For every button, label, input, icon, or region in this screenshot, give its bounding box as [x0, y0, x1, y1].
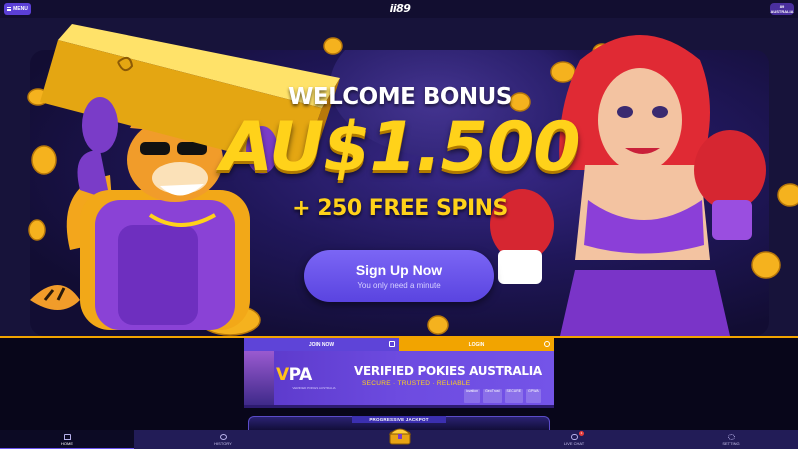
nav-setting-label: SETTING: [722, 440, 740, 446]
jackpot-label: PROGRESSIVE JACKPOT: [352, 416, 446, 423]
nav-history[interactable]: HISTORY: [134, 430, 312, 449]
home-icon: [63, 433, 71, 440]
treasure-chest-icon[interactable]: [388, 425, 412, 445]
nav-home-label: HOME: [61, 440, 73, 446]
free-spins-text: + 250 FREE SPINS: [292, 196, 508, 221]
account-badge[interactable]: 89 AUSTRALIA: [770, 3, 794, 15]
partner-logos: iovation GeoTrust SECURE GPWA: [464, 389, 554, 403]
chat-notification-badge: 1: [579, 431, 584, 436]
signup-subtitle: You only need a minute: [357, 281, 441, 290]
nav-live-chat[interactable]: LIVE CHAT 1: [484, 430, 664, 449]
signup-button[interactable]: Sign Up Now You only need a minute: [304, 250, 494, 302]
hamburger-icon: [7, 7, 12, 11]
login-label: LOGIN: [468, 341, 485, 348]
login-icon: [544, 341, 550, 347]
tab-login[interactable]: LOGIN: [399, 338, 554, 351]
nav-history-label: HISTORY: [214, 440, 232, 446]
chat-icon: [570, 433, 578, 440]
vpa-logo: VPA: [276, 365, 312, 385]
signup-title: Sign Up Now: [355, 262, 443, 278]
partner-logo: GPWA: [526, 389, 541, 403]
vpa-logo-subtitle: VERIFIED POKIES AUSTRALIA: [292, 386, 336, 390]
partner-logo: SECURE: [504, 389, 524, 403]
edit-icon: [389, 341, 395, 347]
welcome-heading: WELCOME BONUS: [288, 84, 512, 110]
bonus-amount: AU$1.500: [220, 108, 580, 187]
top-bar: MENU ii89 89 AUSTRALIA: [0, 0, 798, 18]
auth-tabs: JOIN NOW LOGIN: [244, 338, 554, 351]
join-label: JOIN NOW: [308, 341, 335, 348]
gear-icon: [727, 433, 735, 440]
nav-setting[interactable]: SETTING: [664, 430, 798, 449]
vpa-tagline: SECURE · TRUSTED · RELIABLE: [362, 380, 471, 387]
vpa-banner[interactable]: VPA VERIFIED POKIES AUSTRALIA VERIFIED P…: [244, 351, 554, 405]
site-logo[interactable]: ii89: [387, 3, 413, 15]
history-icon: [219, 433, 227, 440]
partner-logo: iovation: [464, 389, 481, 403]
menu-label: MENU: [13, 6, 28, 12]
menu-button[interactable]: MENU: [4, 3, 31, 15]
nav-home[interactable]: HOME: [0, 430, 134, 449]
banner-underline: [244, 405, 554, 408]
vpa-art-image: [244, 351, 274, 405]
badge-line2: AUSTRALIA: [770, 9, 794, 14]
nav-live-chat-label: LIVE CHAT: [563, 440, 585, 446]
tab-join-now[interactable]: JOIN NOW: [244, 338, 399, 351]
partner-logo: GeoTrust: [483, 389, 502, 403]
vpa-title: VERIFIED POKIES AUSTRALIA: [354, 364, 542, 378]
